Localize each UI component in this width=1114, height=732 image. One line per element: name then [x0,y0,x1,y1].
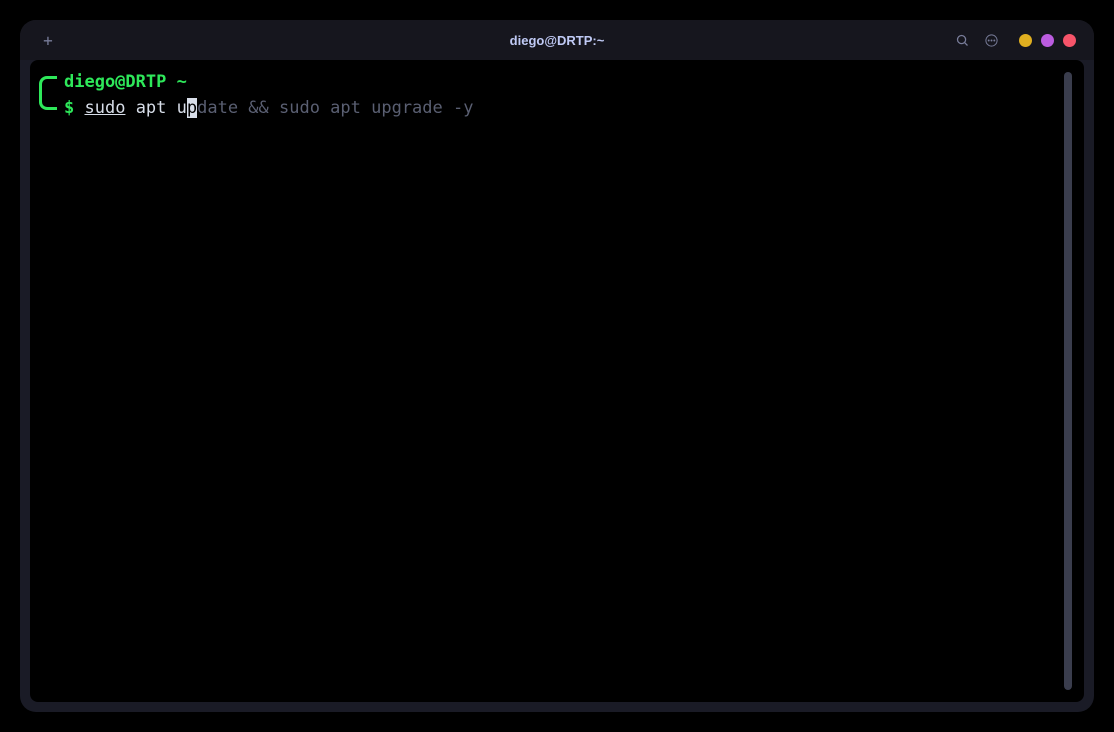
window-controls [1019,34,1076,47]
prompt-context-line: diego@DRTP ~ [40,70,1058,96]
close-button[interactable] [1063,34,1076,47]
command-autosuggestion: date && sudo apt upgrade -y [197,98,473,118]
terminal-cursor: p [187,98,197,118]
scrollbar[interactable] [1064,72,1072,690]
terminal-content[interactable]: diego@DRTP ~ $ sudo apt update && sudo a… [36,70,1058,692]
prompt-bracket-icon [39,76,57,110]
titlebar: + diego@DRTP:~ [20,20,1094,60]
terminal-body[interactable]: diego@DRTP ~ $ sudo apt update && sudo a… [30,60,1084,702]
titlebar-right [955,33,1076,48]
prompt-path: ~ [166,72,187,92]
search-icon[interactable] [955,33,970,48]
minimize-button[interactable] [1019,34,1032,47]
command-sudo: sudo [85,98,126,118]
menu-icon[interactable] [984,33,999,48]
terminal-window: + diego@DRTP:~ [20,20,1094,712]
command-typed: apt u [125,98,186,118]
maximize-button[interactable] [1041,34,1054,47]
titlebar-left: + [38,31,58,50]
prompt-symbol: $ [64,98,74,118]
command-line[interactable]: $ sudo apt update && sudo apt upgrade -y [40,96,1058,122]
user-host: diego@DRTP [64,72,166,92]
new-tab-icon[interactable]: + [38,31,58,50]
window-title: diego@DRTP:~ [510,33,605,48]
